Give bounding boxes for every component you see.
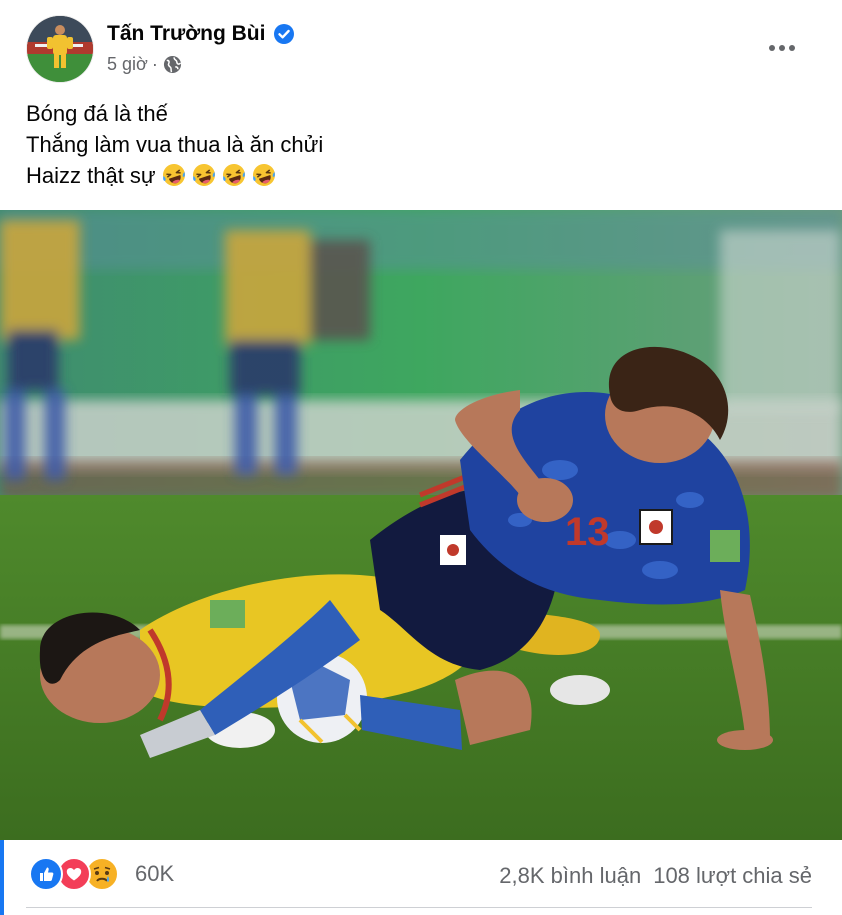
laughing-emoji-icon [222, 164, 245, 186]
post-photo[interactable]: 13 [0, 210, 842, 840]
footer-divider [26, 907, 812, 908]
post-meta: 5 giờ · [107, 54, 182, 75]
post-line-3: Haizz thật sự [26, 160, 323, 191]
post-line-3-text: Haizz thật sự [26, 163, 156, 188]
svg-text:13: 13 [565, 510, 610, 554]
laughing-emoji-icon [192, 164, 215, 186]
reaction-count[interactable]: 60K [135, 861, 174, 887]
globe-icon [163, 55, 181, 74]
post-line-1: Bóng đá là thế [26, 101, 168, 126]
focus-accent-bar [0, 840, 4, 915]
laughing-emoji-icon [162, 164, 185, 186]
comment-count[interactable]: 2,8K bình luận [499, 863, 641, 889]
emoji-row [162, 163, 282, 188]
author-row: Tấn Trường Bùi [107, 20, 295, 48]
share-count[interactable]: 108 lượt chia sẻ [653, 863, 812, 889]
verified-badge-icon [274, 24, 295, 44]
engagement-stats: 2,8K bình luận 108 lượt chia sẻ [499, 863, 812, 889]
post-message: Bóng đá là thế Thắng làm vua thua là ăn … [26, 98, 323, 191]
facebook-post: Tấn Trường Bùi 5 giờ · Bóng đá là thế Th… [0, 0, 842, 915]
meta-separator: · [151, 54, 158, 74]
author-avatar[interactable] [27, 16, 93, 82]
post-line-2: Thắng làm vua thua là ăn chửi [26, 132, 324, 157]
like-reaction-icon [29, 857, 63, 891]
post-timestamp[interactable]: 5 giờ [107, 54, 148, 75]
laughing-emoji-icon [252, 164, 275, 186]
more-options-icon[interactable] [762, 34, 802, 62]
author-name[interactable]: Tấn Trường Bùi [107, 22, 265, 46]
reaction-summary[interactable]: 60K [29, 857, 174, 891]
